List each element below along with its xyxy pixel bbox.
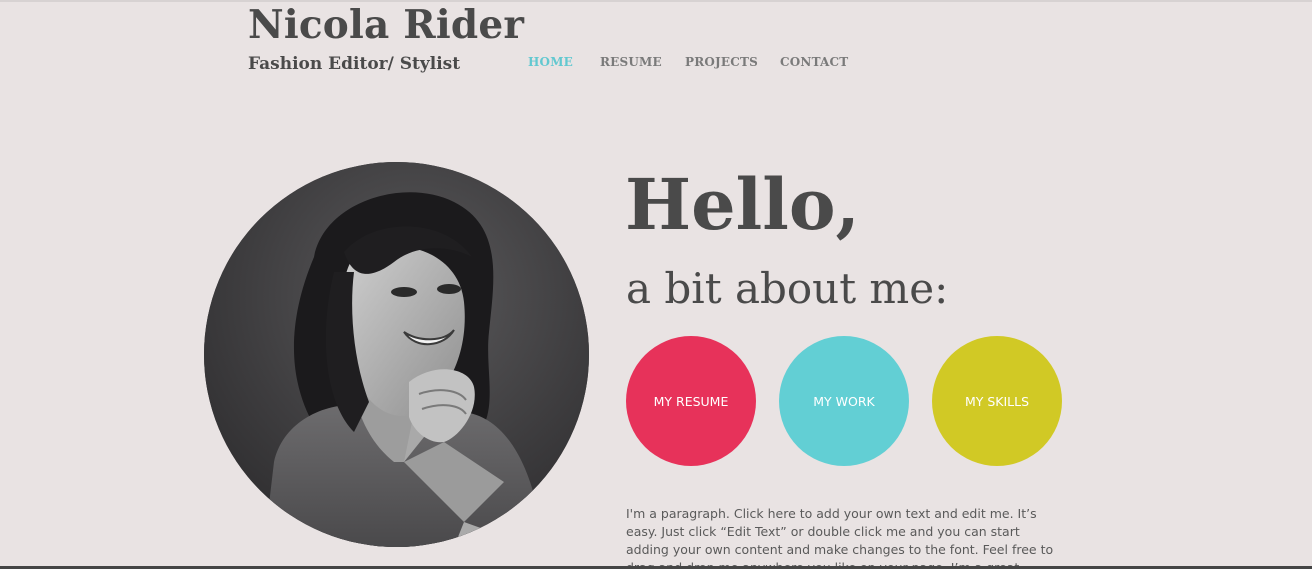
my-skills-button[interactable]: MY SKILLS [932, 336, 1062, 466]
site-tagline: Fashion Editor/ Stylist [248, 54, 461, 74]
nav-item-contact[interactable]: CONTACT [780, 53, 848, 71]
my-resume-button[interactable]: MY RESUME [626, 336, 756, 466]
hero-subheading: a bit about me: [626, 264, 949, 313]
my-work-button[interactable]: MY WORK [779, 336, 909, 466]
nav-item-projects[interactable]: PROJECTS [685, 53, 758, 71]
nav-item-home[interactable]: HOME [528, 53, 573, 71]
profile-photo [204, 162, 589, 547]
about-paragraph: I'm a paragraph. Click here to add your … [626, 506, 1054, 566]
portrait-illustration [204, 162, 589, 547]
top-border [0, 0, 1312, 2]
hero-heading: Hello, [625, 163, 860, 246]
nav-item-resume[interactable]: RESUME [600, 53, 662, 71]
site-title[interactable]: Nicola Rider [248, 2, 524, 48]
